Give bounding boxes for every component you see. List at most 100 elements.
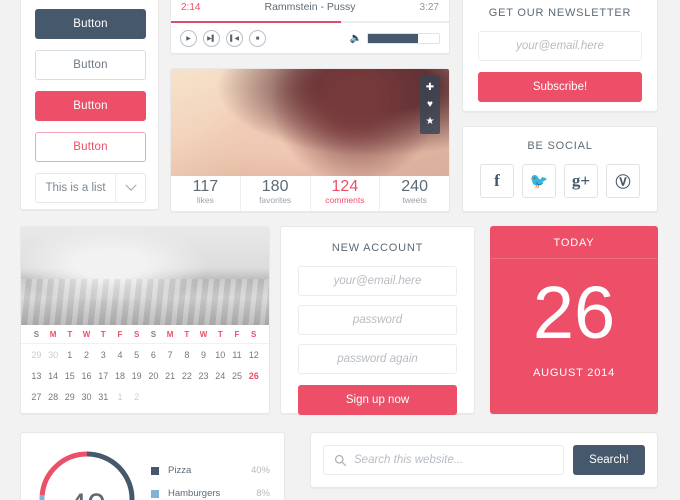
stat-likes[interactable]: 117 likes (171, 176, 240, 211)
calendar-day[interactable]: 25 (229, 371, 246, 381)
calendar-day[interactable]: 8 (178, 350, 195, 360)
previous-icon[interactable]: ▌◀ (226, 30, 243, 47)
social-card: BE SOCIAL f 🐦 g+ Ⓥ (462, 126, 658, 212)
calendar-weekday: W (82, 329, 91, 339)
search-box[interactable] (323, 445, 564, 475)
stat-label: favorites (259, 195, 292, 205)
chart-legend: Pizza40%Hamburgers8%Bacon15% (139, 447, 270, 500)
calendar-day[interactable]: 10 (212, 350, 229, 360)
calendar-weekday: M (166, 329, 174, 339)
calendar-weekday: T (67, 329, 73, 339)
calendar-day[interactable]: 7 (162, 350, 179, 360)
signup-button[interactable]: Sign up now (298, 385, 457, 415)
calendar-day[interactable]: 29 (61, 392, 78, 402)
calendar-day[interactable]: 13 (28, 371, 45, 381)
legend-value: 40% (250, 465, 270, 476)
calendar-day[interactable]: 18 (112, 371, 129, 381)
calendar-day[interactable]: 11 (229, 350, 246, 360)
stat-favorites[interactable]: 180 favorites (239, 176, 310, 211)
volume-slider-fill (368, 34, 418, 43)
legend-item: Hamburgers 8% (151, 482, 270, 500)
newsletter-email-input[interactable] (478, 31, 642, 61)
calendar-day[interactable]: 21 (162, 371, 179, 381)
calendar-weekday: S (134, 329, 140, 339)
calendar-day[interactable]: 27 (28, 392, 45, 402)
calendar-day[interactable]: 2 (78, 350, 95, 360)
account-email-input[interactable] (298, 266, 457, 296)
calendar-day[interactable]: 22 (178, 371, 195, 381)
stop-icon[interactable]: ■ (249, 30, 266, 47)
next-icon[interactable]: ▶▌ (203, 30, 220, 47)
calendar-day[interactable]: 30 (45, 350, 62, 360)
calendar-day[interactable]: 30 (78, 392, 95, 402)
ghost-button[interactable]: Button (35, 50, 146, 80)
list-dropdown[interactable]: This is a list (35, 173, 146, 203)
calendar-day[interactable]: 19 (128, 371, 145, 381)
donut-chart: 40 (35, 447, 139, 500)
account-password-input[interactable] (298, 305, 457, 335)
volume-slider[interactable] (367, 33, 440, 44)
dark-button[interactable]: Button (35, 9, 146, 39)
calendar-day[interactable]: 1 (112, 392, 129, 402)
social-title: BE SOCIAL (527, 140, 593, 152)
calendar-day[interactable]: 24 (212, 371, 229, 381)
account-password-confirm-input[interactable] (298, 344, 457, 374)
stat-comments[interactable]: 124 comments (309, 176, 380, 211)
stat-label: likes (196, 195, 214, 205)
calendar-day[interactable]: 3 (95, 350, 112, 360)
stat-value: 180 (261, 178, 289, 195)
calendar-day[interactable]: 2 (128, 392, 145, 402)
playback-progress-bar[interactable] (171, 21, 449, 23)
stat-label: comments (325, 195, 365, 205)
audio-player-card: 2:14 Rammstein - Pussy 3:27 ▶ ▶▌ ▌◀ ■ 🔈 (170, 0, 450, 54)
heart-icon[interactable]: ♥ (427, 96, 433, 113)
pink-button[interactable]: Button (35, 91, 146, 121)
star-icon[interactable]: ★ (426, 113, 435, 130)
donut-chart-card: 40 Pizza40%Hamburgers8%Bacon15% (20, 432, 285, 500)
play-icon[interactable]: ▶ (180, 30, 197, 47)
calendar-day[interactable]: 14 (45, 371, 62, 381)
calendar-day[interactable]: 17 (95, 371, 112, 381)
photo-stats-card: ✚ ♥ ★ 117 likes 180 favorites 124 commen… (170, 68, 450, 212)
calendar-weekday-row: SMTWTFSSMTWTFS (21, 325, 269, 344)
calendar-weekday: M (49, 329, 57, 339)
calendar-day[interactable]: 15 (61, 371, 78, 381)
calendar-day[interactable]: 28 (45, 392, 62, 402)
stat-tweets[interactable]: 240 tweets (379, 176, 449, 211)
track-duration: 3:27 (419, 1, 439, 13)
add-icon[interactable]: ✚ (426, 79, 434, 96)
calendar-weekday: S (251, 329, 257, 339)
calendar-day[interactable]: 31 (95, 392, 112, 402)
calendar-day[interactable]: 12 (245, 350, 262, 360)
calendar-day[interactable]: 6 (145, 350, 162, 360)
legend-swatch (151, 489, 159, 498)
search-button[interactable]: Search! (573, 445, 645, 475)
calendar-week-row: 29 30 1 2 3 4 5 6 7 8 9 10 11 12 (21, 344, 269, 365)
calendar-weekday: T (100, 329, 106, 339)
calendar-day[interactable]: 23 (195, 371, 212, 381)
account-title: NEW ACCOUNT (331, 242, 424, 254)
dropdown-value: This is a list (45, 182, 106, 194)
volume-icon: 🔈 (349, 33, 362, 44)
twitter-icon[interactable]: 🐦 (522, 164, 556, 198)
legend-item: Pizza 40% (151, 459, 270, 482)
calendar-day[interactable]: 29 (28, 350, 45, 360)
calendar-day[interactable]: 9 (195, 350, 212, 360)
calendar-day[interactable]: 16 (78, 371, 95, 381)
pink-outline-button[interactable]: Button (35, 132, 146, 162)
calendar-week-row: 13 14 15 16 17 18 19 20 21 22 23 24 25 26 (21, 365, 269, 386)
subscribe-button[interactable]: Subscribe! (478, 72, 642, 102)
elapsed-time: 2:14 (181, 1, 201, 13)
search-input[interactable] (354, 454, 553, 466)
chevron-down-icon[interactable] (115, 174, 145, 202)
volume-control[interactable]: 🔈 (350, 33, 440, 44)
calendar-day[interactable]: 1 (61, 350, 78, 360)
calendar-card: SMTWTFSSMTWTFS 29 30 1 2 3 4 5 6 7 8 9 10 11 12 13 14 15… (20, 226, 270, 414)
google-plus-icon[interactable]: g+ (564, 164, 598, 198)
calendar-day[interactable]: 20 (145, 371, 162, 381)
calendar-day[interactable]: 4 (112, 350, 129, 360)
facebook-icon[interactable]: f (480, 164, 514, 198)
calendar-day[interactable]: 5 (128, 350, 145, 360)
dribbble-icon[interactable]: Ⓥ (606, 164, 640, 198)
calendar-day-today[interactable]: 26 (245, 371, 262, 381)
